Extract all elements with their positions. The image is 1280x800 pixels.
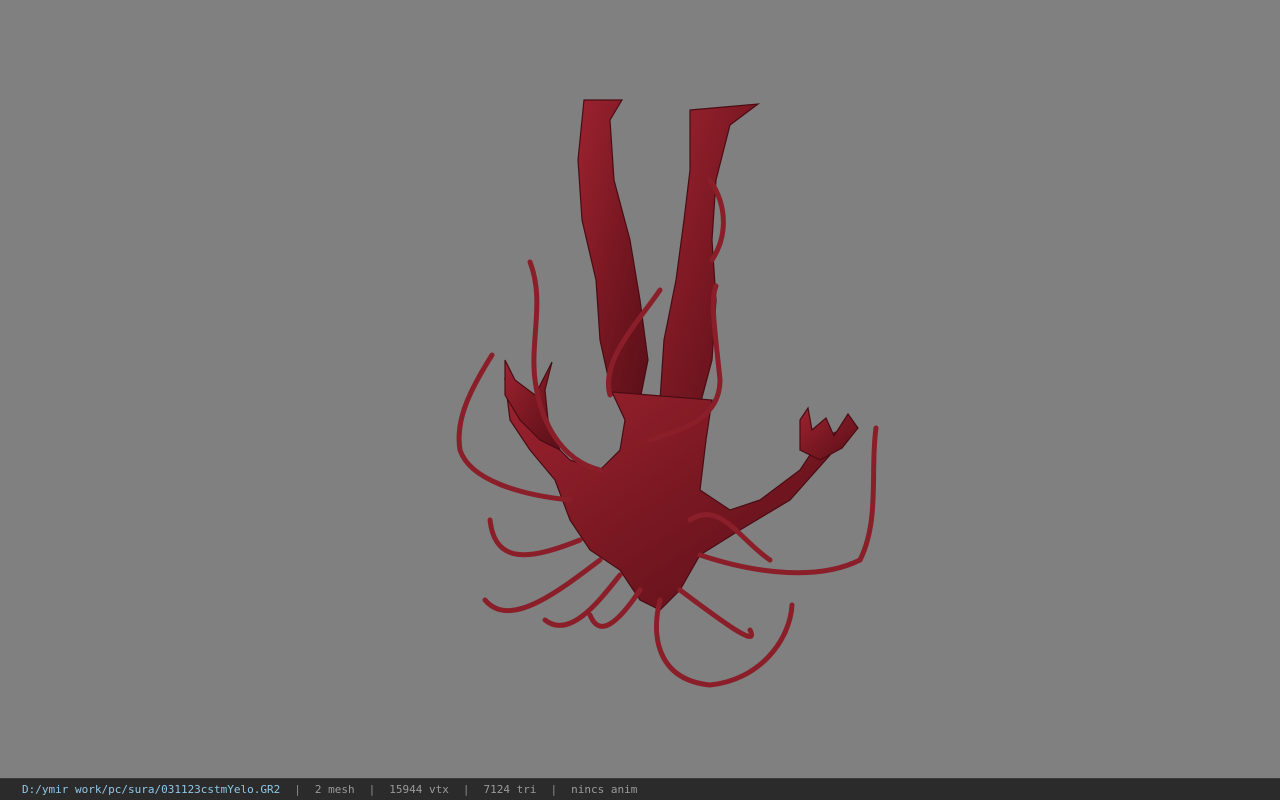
separator: |: [550, 783, 558, 796]
creature-model: [504, 99, 859, 611]
mesh-count: 2 mesh: [314, 783, 355, 796]
vertex-count: 15944 vtx: [389, 783, 449, 796]
left-leg: [577, 99, 649, 401]
right-hand: [799, 406, 859, 461]
model-render: [456, 99, 879, 688]
right-leg: [659, 103, 761, 406]
separator: |: [368, 783, 376, 796]
separator: |: [294, 783, 301, 796]
3d-viewport[interactable]: [0, 0, 1280, 778]
triangle-count: 7124 tri: [483, 783, 537, 796]
separator: |: [462, 783, 470, 796]
file-path: D:/ymir work/pc/sura/031123cstmYelo.GR2: [22, 783, 281, 796]
torso: [504, 377, 842, 611]
animation-status: nincs anim: [571, 783, 638, 796]
status-bar: D:/ymir work/pc/sura/031123cstmYelo.GR2 …: [0, 778, 1280, 800]
